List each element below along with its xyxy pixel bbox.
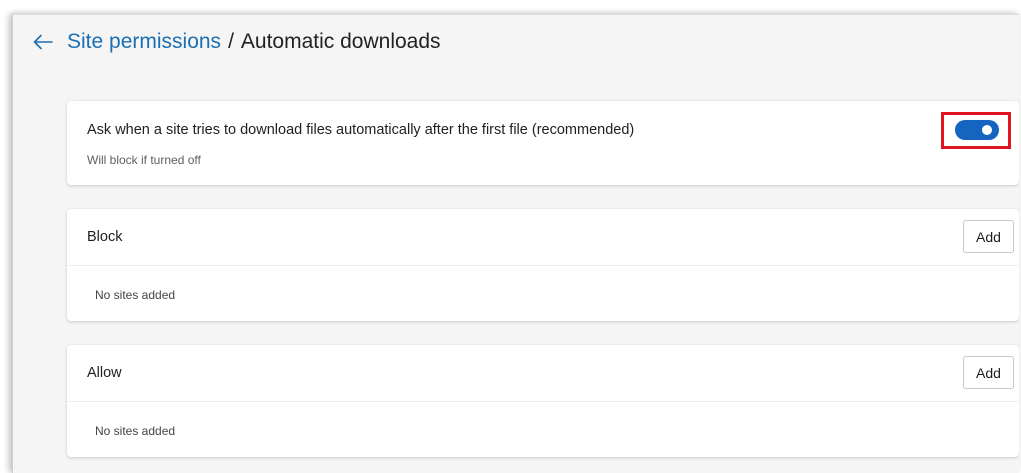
allow-empty-text: No sites added bbox=[95, 424, 176, 438]
block-empty-text: No sites added bbox=[95, 288, 176, 302]
page-title: Automatic downloads bbox=[240, 30, 441, 53]
block-section-header: Block Add bbox=[67, 209, 1019, 266]
allow-add-button[interactable]: Add bbox=[963, 356, 1014, 389]
block-add-button[interactable]: Add bbox=[963, 220, 1014, 253]
allow-title: Allow bbox=[87, 365, 122, 381]
screenshot-frame: Site permissions / Automatic downloads A… bbox=[0, 0, 1021, 473]
breadcrumb-separator: / bbox=[228, 30, 234, 53]
settings-page: Site permissions / Automatic downloads A… bbox=[12, 14, 1019, 473]
arrow-left-icon bbox=[33, 34, 53, 50]
automatic-downloads-setting-card: Ask when a site tries to download files … bbox=[67, 101, 1019, 185]
block-title: Block bbox=[87, 229, 123, 245]
setting-description: Will block if turned off bbox=[87, 153, 201, 167]
back-button[interactable] bbox=[31, 30, 55, 54]
page-header: Site permissions / Automatic downloads bbox=[31, 27, 441, 57]
block-section: Block Add No sites added bbox=[67, 209, 1019, 321]
toggle-knob bbox=[982, 125, 992, 135]
allow-section: Allow Add No sites added bbox=[67, 345, 1019, 457]
ask-downloads-toggle[interactable] bbox=[955, 120, 999, 140]
breadcrumb-site-permissions[interactable]: Site permissions bbox=[67, 30, 221, 54]
setting-label: Ask when a site tries to download files … bbox=[87, 122, 635, 138]
allow-section-header: Allow Add bbox=[67, 345, 1019, 402]
